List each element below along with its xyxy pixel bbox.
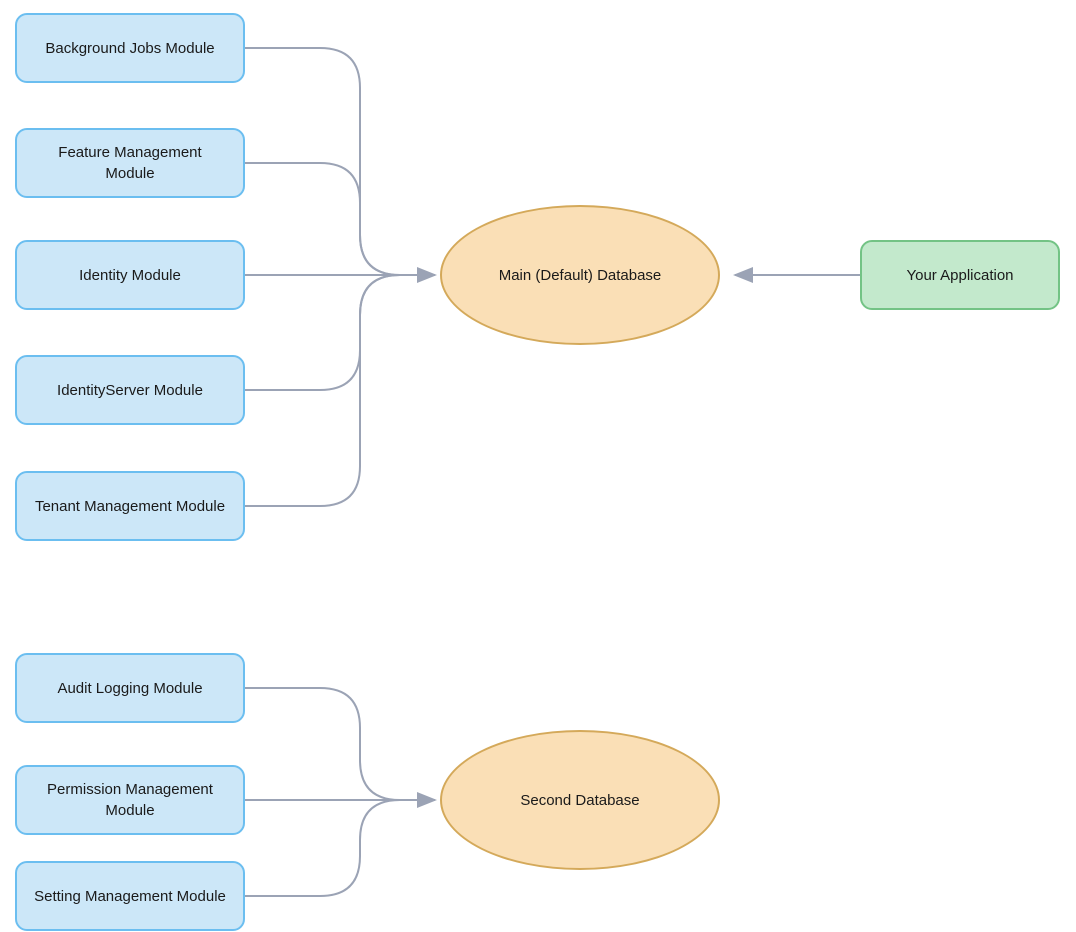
app-label: Your Application [906, 267, 1013, 284]
database-main: Main (Default) Database [440, 205, 720, 345]
module-permission-management: Permission Management Module [15, 765, 245, 835]
module-feature-management: Feature Management Module [15, 128, 245, 198]
database-second: Second Database [440, 730, 720, 870]
module-label: Permission Management Module [33, 779, 227, 821]
database-label: Second Database [520, 790, 639, 811]
module-label: IdentityServer Module [57, 380, 203, 401]
your-application: Your Application [860, 240, 1060, 310]
module-label: Setting Management Module [34, 886, 226, 907]
database-label: Main (Default) Database [499, 265, 662, 286]
module-setting-management: Setting Management Module [15, 861, 245, 931]
module-identity-server: IdentityServer Module [15, 355, 245, 425]
module-tenant-management: Tenant Management Module [15, 471, 245, 541]
module-audit-logging: Audit Logging Module [15, 653, 245, 723]
module-label: Audit Logging Module [57, 678, 202, 699]
module-label: Identity Module [79, 265, 181, 286]
module-label: Tenant Management Module [35, 496, 225, 517]
module-identity: Identity Module [15, 240, 245, 310]
module-background-jobs: Background Jobs Module [15, 13, 245, 83]
module-label: Background Jobs Module [45, 38, 214, 59]
module-label: Feature Management Module [33, 142, 227, 184]
